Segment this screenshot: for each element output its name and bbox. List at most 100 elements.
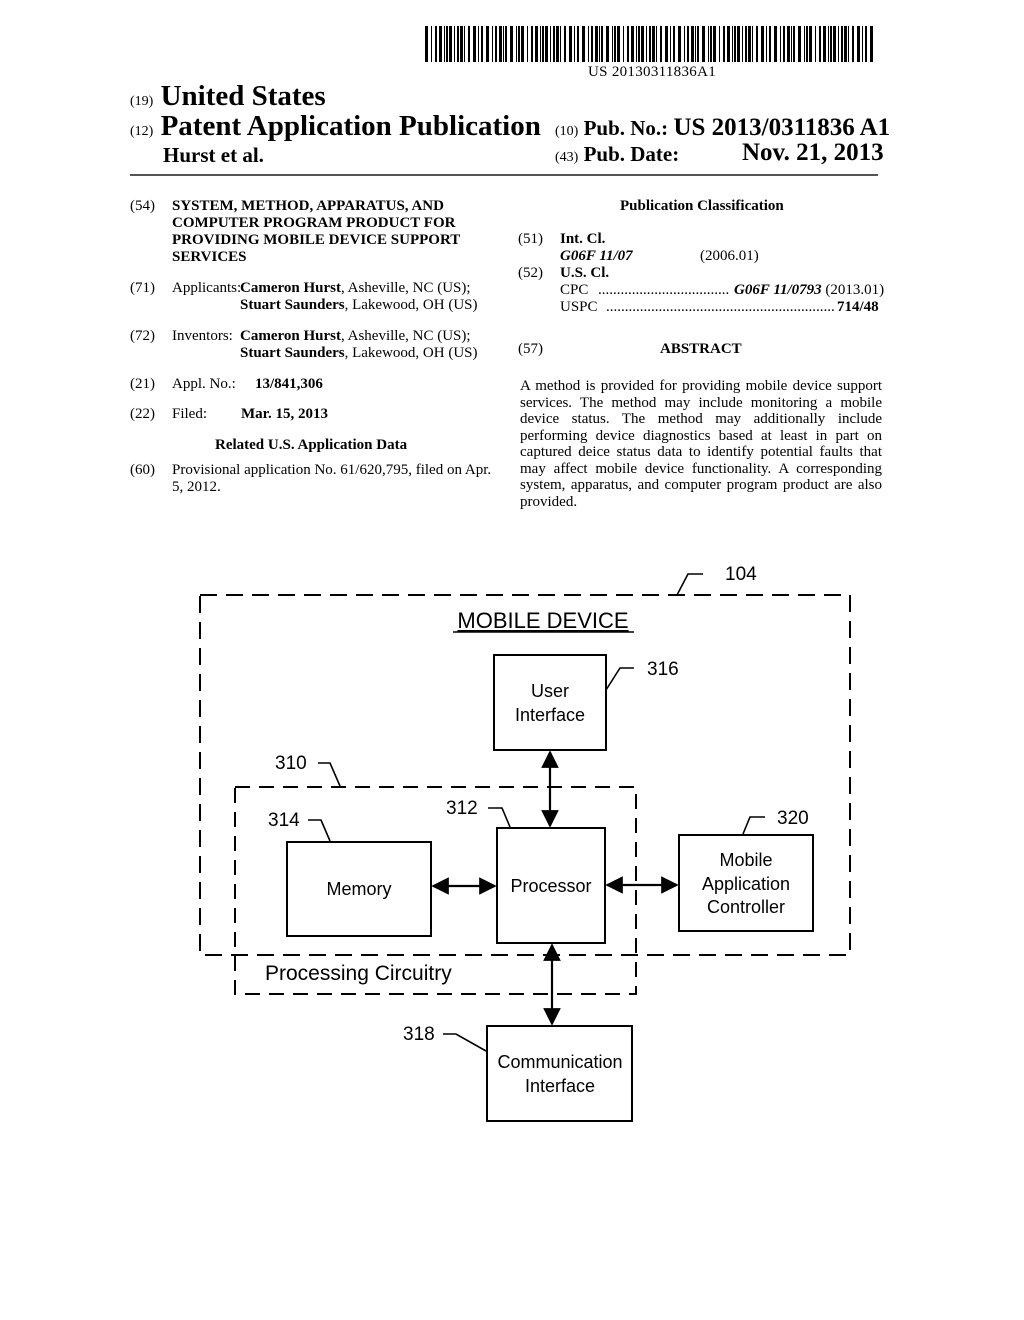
ref-320-leader bbox=[742, 816, 765, 835]
memory-label: Memory bbox=[326, 879, 391, 899]
ref-312-label: 312 bbox=[446, 798, 478, 819]
barcode-bar bbox=[793, 26, 795, 62]
barcode-bar bbox=[798, 26, 801, 62]
processor-label: Processor bbox=[510, 876, 591, 896]
barcode-bar bbox=[848, 26, 849, 62]
barcode-bar bbox=[870, 26, 873, 62]
barcode-bar bbox=[838, 26, 839, 62]
barcode-bar bbox=[617, 26, 620, 62]
applicant-name: Cameron Hurst bbox=[240, 280, 341, 296]
ref-320-label: 320 bbox=[777, 808, 809, 829]
barcode-bar bbox=[742, 26, 743, 62]
barcode-bar bbox=[540, 26, 541, 62]
pub-no: US 2013/0311836 A1 bbox=[673, 114, 891, 141]
barcode-bar bbox=[804, 26, 805, 62]
inventor-location: , Lakewood, OH (US) bbox=[344, 345, 478, 361]
int-cl-version: (2006.01) bbox=[700, 248, 759, 264]
barcode-bar bbox=[649, 26, 651, 62]
barcode-bar bbox=[623, 26, 624, 62]
provisional-line: Provisional application No. 61/620,795, … bbox=[172, 462, 492, 478]
filed-code: (22) bbox=[130, 406, 155, 422]
title-code: (54) bbox=[130, 198, 155, 214]
ref-314-label: 314 bbox=[268, 810, 300, 831]
mobile-app-controller-label: Controller bbox=[707, 897, 785, 917]
barcode-bar bbox=[687, 26, 689, 62]
title-line: COMPUTER PROGRAM PRODUCT FOR bbox=[172, 215, 456, 231]
us-cl-label: U.S. Cl. bbox=[560, 265, 610, 281]
barcode-bar bbox=[673, 26, 675, 62]
filed-date: Mar. 15, 2013 bbox=[241, 406, 328, 422]
barcode-bar bbox=[660, 26, 662, 62]
country-code: (19) bbox=[130, 94, 154, 109]
title-line: SYSTEM, METHOD, APPARATUS, AND bbox=[172, 198, 444, 214]
country-heading: (19) United States bbox=[130, 80, 326, 113]
us-cl-code: (52) bbox=[518, 265, 543, 281]
barcode-bar bbox=[823, 26, 826, 62]
barcode-bar bbox=[446, 26, 448, 62]
barcode-bar bbox=[791, 26, 792, 62]
applicants-code: (71) bbox=[130, 280, 155, 296]
barcode-bar bbox=[719, 26, 720, 62]
mobile-app-controller-label: Application bbox=[702, 874, 790, 894]
barcode-bar bbox=[612, 26, 613, 62]
barcode-bar bbox=[737, 26, 740, 62]
barcode-bar bbox=[656, 26, 657, 62]
barcode-bar bbox=[516, 26, 517, 62]
barcode-bar bbox=[697, 26, 699, 62]
barcode-bar bbox=[499, 26, 502, 62]
barcode-bar bbox=[678, 26, 681, 62]
inventor-name: Cameron Hurst bbox=[240, 328, 341, 344]
barcode-bar bbox=[606, 26, 609, 62]
barcode-bar bbox=[708, 26, 709, 62]
appl-code: (21) bbox=[130, 376, 155, 392]
inventors-code: (72) bbox=[130, 328, 155, 344]
applicant: Cameron Hurst, Asheville, NC (US); bbox=[240, 280, 471, 297]
barcode-bar bbox=[641, 26, 644, 62]
applicant: Stuart Saunders, Lakewood, OH (US) bbox=[240, 297, 478, 314]
user-interface-label: Interface bbox=[515, 705, 585, 725]
barcode-bar bbox=[531, 26, 533, 62]
barcode-bar bbox=[444, 26, 445, 62]
barcode-bar bbox=[460, 26, 463, 62]
uspc-label: USPC bbox=[560, 299, 598, 315]
barcode-bar bbox=[748, 26, 751, 62]
barcode-bar bbox=[780, 26, 781, 62]
barcode-bar bbox=[830, 26, 832, 62]
applicant-location: , Lakewood, OH (US) bbox=[344, 297, 478, 313]
barcode-bar bbox=[527, 26, 528, 62]
barcode-bar bbox=[769, 26, 771, 62]
barcode-bar bbox=[481, 26, 483, 62]
barcode-bar bbox=[727, 26, 730, 62]
barcode-bar bbox=[569, 26, 572, 62]
barcode-bar bbox=[844, 26, 847, 62]
cpc-class: G06F 11/0793 bbox=[734, 282, 822, 298]
abstract-heading: ABSTRACT bbox=[660, 341, 742, 357]
barcode-bar bbox=[582, 26, 585, 62]
barcode-bar bbox=[457, 26, 459, 62]
barcode-bar bbox=[636, 26, 637, 62]
ref-310-leader bbox=[318, 762, 341, 787]
publication-type-heading: (12) Patent Application Publication bbox=[130, 110, 541, 143]
barcode-bar bbox=[766, 26, 767, 62]
barcode-bar bbox=[521, 26, 524, 62]
barcode bbox=[425, 26, 877, 62]
barcode-bar bbox=[691, 26, 694, 62]
user-interface-box bbox=[493, 654, 607, 751]
publication-classification-heading: Publication Classification bbox=[620, 198, 784, 214]
barcode-bar bbox=[591, 26, 593, 62]
barcode-bar bbox=[518, 26, 520, 62]
publication-type: Patent Application Publication bbox=[160, 110, 541, 142]
user-interface-label: User bbox=[531, 681, 569, 701]
barcode-bar bbox=[819, 26, 821, 62]
barcode-bar bbox=[684, 26, 685, 62]
barcode-bar bbox=[752, 26, 753, 62]
barcode-bar bbox=[745, 26, 747, 62]
barcode-bar bbox=[761, 26, 764, 62]
barcode-bar bbox=[756, 26, 758, 62]
barcode-bar bbox=[503, 26, 504, 62]
barcode-bar bbox=[492, 26, 493, 62]
barcode-bar bbox=[852, 26, 854, 62]
cpc-version: (2013.01) bbox=[825, 282, 885, 298]
barcode-bar bbox=[510, 26, 513, 62]
barcode-bar bbox=[468, 26, 470, 62]
